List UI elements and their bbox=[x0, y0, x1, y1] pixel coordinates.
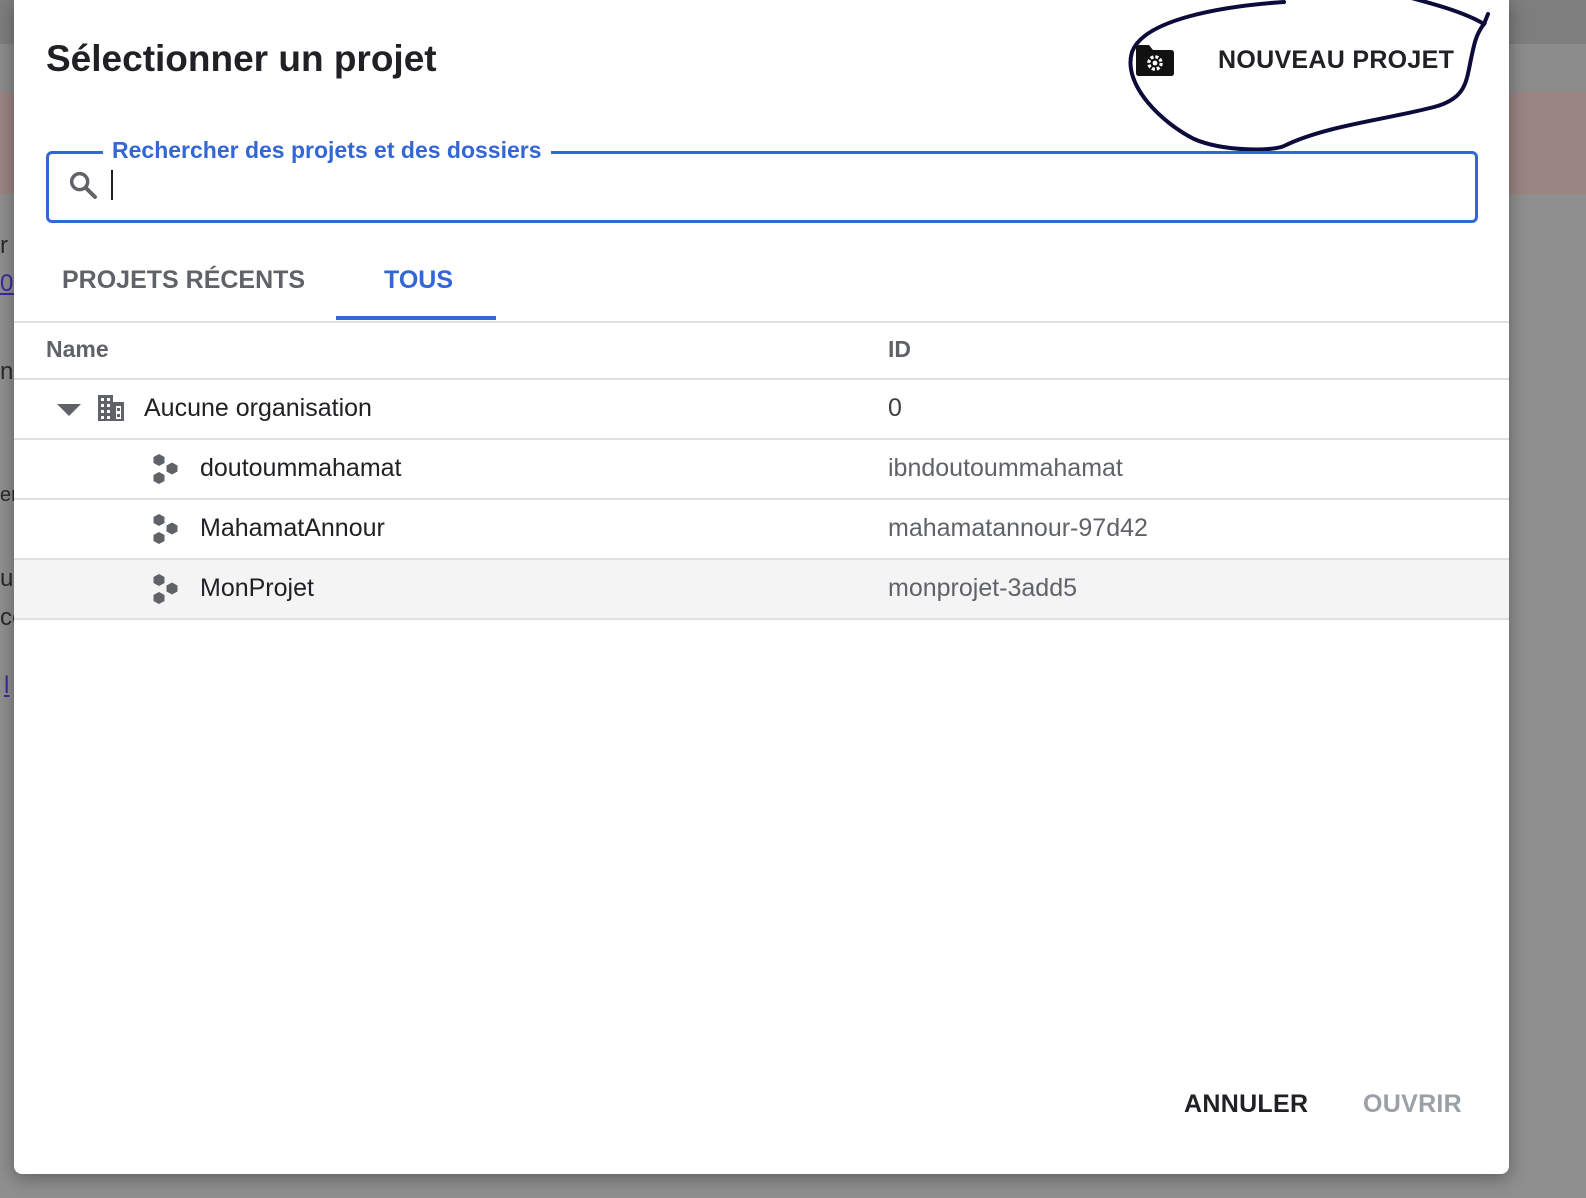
organization-row[interactable]: Aucune organisation 0 bbox=[14, 380, 1509, 440]
background-link-fragment: 05 bbox=[0, 270, 14, 297]
open-button[interactable]: OUVRIR bbox=[1363, 1090, 1462, 1119]
expand-arrow-icon[interactable] bbox=[56, 402, 82, 418]
background-text-fragment: uc bbox=[0, 565, 14, 592]
column-header-id: ID bbox=[888, 336, 911, 362]
organization-name: Aucune organisation bbox=[144, 394, 372, 422]
new-project-label: NOUVEAU PROJET bbox=[1218, 46, 1455, 74]
search-field-label: Rechercher des projets et des dossiers bbox=[103, 137, 551, 164]
select-project-dialog: Sélectionner un projet NOUVEAU PROJET Re… bbox=[14, 0, 1509, 1174]
project-id: monprojet-3add5 bbox=[888, 574, 1078, 602]
project-id: ibndoutoummahamat bbox=[888, 454, 1123, 482]
organization-building-icon bbox=[98, 395, 124, 421]
dialog-title: Sélectionner un projet bbox=[46, 38, 437, 79]
project-name: MahamatAnnour bbox=[200, 514, 385, 542]
project-row[interactable]: MahamatAnnour mahamatannour-97d42 bbox=[14, 500, 1509, 560]
project-name: MonProjet bbox=[200, 574, 314, 602]
active-tab-indicator bbox=[336, 316, 496, 320]
tab-all[interactable]: TOUS bbox=[384, 266, 453, 295]
project-hexagons-icon bbox=[153, 514, 178, 544]
column-header-name: Name bbox=[46, 336, 109, 362]
text-caret bbox=[111, 170, 113, 200]
new-project-button[interactable]: NOUVEAU PROJET bbox=[1122, 34, 1462, 88]
project-hexagons-icon bbox=[153, 574, 178, 604]
background-text-fragment: r bbox=[0, 232, 8, 259]
search-input[interactable] bbox=[109, 164, 1453, 210]
background-text-fragment: na bbox=[0, 358, 14, 385]
project-name: doutoummahamat bbox=[200, 454, 402, 482]
search-icon bbox=[69, 171, 97, 199]
background-text-fragment: ce bbox=[0, 604, 14, 631]
organization-id: 0 bbox=[888, 394, 902, 422]
project-id: mahamatannour-97d42 bbox=[888, 514, 1148, 542]
search-field[interactable]: Rechercher des projets et des dossiers bbox=[46, 137, 1478, 223]
background-text-fragment: en bbox=[0, 484, 14, 506]
folder-settings-icon bbox=[1136, 45, 1174, 76]
cancel-button[interactable]: ANNULER bbox=[1184, 1090, 1308, 1119]
tab-recent-projects[interactable]: PROJETS RÉCENTS bbox=[62, 266, 305, 295]
project-row-selected[interactable]: MonProjet monprojet-3add5 bbox=[14, 560, 1509, 620]
project-row[interactable]: doutoummahamat ibndoutoummahamat bbox=[14, 440, 1509, 500]
project-hexagons-icon bbox=[153, 454, 178, 484]
table-header: Name ID bbox=[14, 322, 1509, 380]
tab-bar: PROJETS RÉCENTS TOUS bbox=[14, 250, 1509, 323]
projects-table: Name ID Aucune organisation 0 doutoummah… bbox=[14, 322, 1509, 620]
